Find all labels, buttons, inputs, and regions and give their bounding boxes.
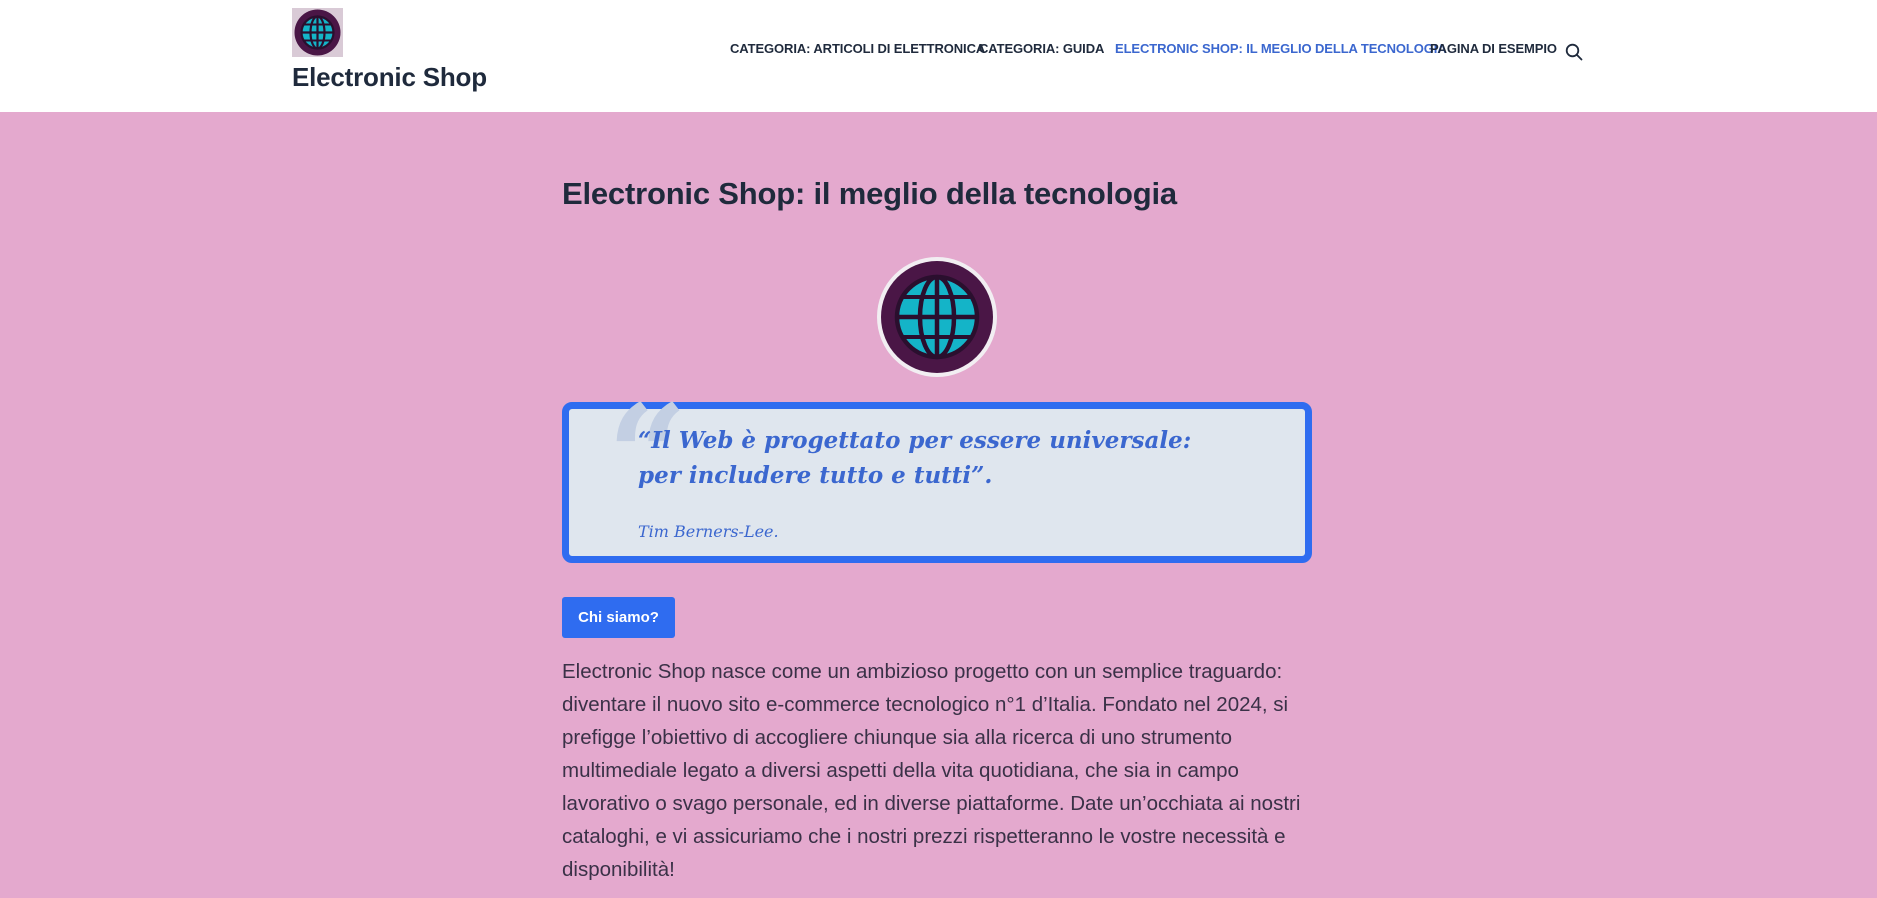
main-nav: CATEGORIA: ARTICOLI DI ELETTRONICA CATEG… [0,41,1877,61]
search-icon[interactable] [1565,43,1583,61]
quote-citation: Tim Berners-Lee. [638,522,779,541]
nav-item-pagina-esempio[interactable]: PAGINA DI ESEMPIO [1430,41,1557,56]
site-header: Electronic Shop CATEGORIA: ARTICOLI DI E… [0,0,1877,112]
page-title: Electronic Shop: il meglio della tecnolo… [562,176,1177,211]
site-title[interactable]: Electronic Shop [292,62,487,93]
nav-item-electronic-shop[interactable]: ELECTRONIC SHOP: IL MEGLIO DELLA TECNOLO… [1115,41,1447,56]
globe-icon [877,257,997,377]
intro-paragraph: Electronic Shop nasce come un ambizioso … [562,660,1301,881]
quote-text: “Il Web è progettato per essere universa… [638,427,1192,489]
nav-item-articoli-elettronica[interactable]: CATEGORIA: ARTICOLI DI ELETTRONICA [730,41,985,56]
chi-siamo-button[interactable]: Chi siamo? [562,597,675,638]
pull-quote: “ “Il Web è progettato per essere univer… [562,387,1312,563]
nav-item-guida[interactable]: CATEGORIA: GUIDA [979,41,1104,56]
